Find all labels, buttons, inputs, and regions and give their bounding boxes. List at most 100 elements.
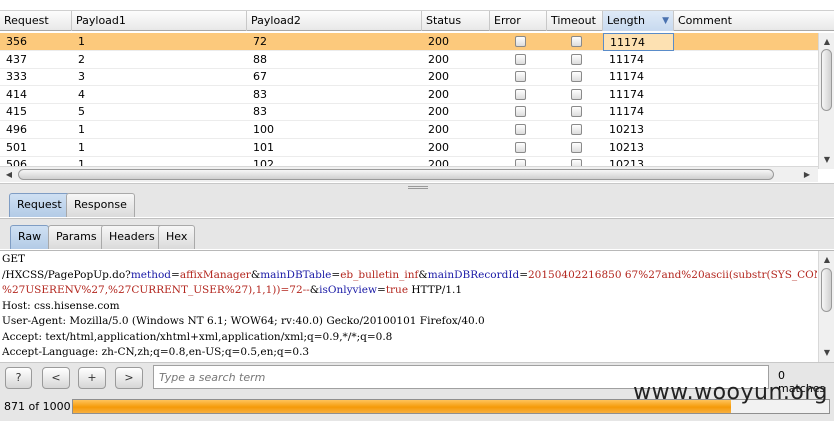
column-header-request[interactable]: Request [0, 11, 72, 31]
cell-status: 200 [428, 52, 449, 66]
cell-payload2: 72 [253, 35, 267, 48]
tab-headers[interactable]: Headers [101, 225, 163, 249]
error-checkbox[interactable] [515, 53, 526, 65]
scroll-left-icon[interactable]: ◀ [2, 168, 16, 182]
table-row[interactable]: 415 5 83 200 11174 [0, 103, 818, 122]
column-header-label: Payload1 [76, 14, 126, 27]
timeout-checkbox[interactable] [571, 88, 582, 100]
cell-status: 200 [428, 35, 449, 48]
column-header-label: Status [426, 14, 462, 27]
cell-payload2: 83 [253, 87, 267, 101]
error-checkbox[interactable] [515, 124, 526, 135]
table-horizontal-scrollbar[interactable]: ◀ ▶ [0, 166, 818, 182]
scroll-right-icon[interactable]: ▶ [800, 168, 814, 182]
timeout-checkbox[interactable] [571, 124, 582, 135]
cell-status: 200 [428, 123, 449, 136]
error-checkbox[interactable] [515, 106, 526, 118]
header-accept: Accept: text/html,application/xhtml+xml,… [2, 330, 393, 343]
splitter-grip-icon[interactable] [408, 186, 428, 189]
cell-payload2: 83 [253, 105, 267, 119]
timeout-checkbox[interactable] [571, 141, 582, 153]
progress-label: 871 of 1000 [4, 400, 71, 413]
table-header: Request Payload1 Payload2 Status Error T… [0, 10, 834, 31]
header-host: Host: css.hisense.com [2, 299, 120, 312]
param-key: mainDBTable [260, 268, 332, 281]
cell-payload1: 1 [78, 140, 85, 154]
plus-icon: + [87, 371, 97, 384]
tab-label: Raw [18, 230, 42, 243]
column-header-label: Timeout [551, 14, 596, 27]
cell-payload1: 3 [78, 70, 85, 84]
cell-payload1: 1 [78, 123, 85, 136]
column-header-label: Comment [678, 14, 732, 27]
scroll-up-icon[interactable]: ▲ [820, 253, 834, 267]
next-match-button[interactable]: > [115, 367, 143, 389]
cell-request: 415 [6, 105, 27, 119]
request-text[interactable]: GET/HXCSS/PagePopUp.do?method=affixManag… [2, 252, 817, 360]
param-value: 20150402216850 67%27and%20ascii(substr(S… [528, 268, 817, 281]
cell-payload1: 5 [78, 105, 85, 119]
tab-label: Request [17, 198, 62, 211]
table-row[interactable]: 356 1 72 200 11174 [0, 33, 818, 51]
cell-payload2: 101 [253, 140, 274, 154]
table-body: 356 1 72 200 11174 437 2 88 200 11174 333 3 67 200 111… [0, 33, 818, 169]
error-checkbox[interactable] [515, 71, 526, 83]
cell-length: 11174 [609, 70, 644, 84]
error-checkbox[interactable] [515, 88, 526, 100]
table-row[interactable]: 496 1 100 200 10213 [0, 121, 818, 139]
cell-request: 501 [6, 140, 27, 154]
tab-hex[interactable]: Hex [158, 225, 196, 249]
param-value: %27USERENV%27,%27CURRENT_USER%27),1,1))=… [2, 284, 310, 296]
scrollbar-thumb[interactable] [821, 268, 832, 312]
http-version: HTTP/1.1 [408, 284, 463, 296]
error-checkbox[interactable] [515, 141, 526, 153]
help-button[interactable]: ? [5, 367, 32, 389]
scrollbar-thumb[interactable] [18, 169, 774, 180]
next-icon: > [124, 371, 134, 384]
column-header-label: Length [607, 14, 645, 27]
timeout-checkbox[interactable] [571, 71, 582, 83]
tab-raw[interactable]: Raw [10, 225, 50, 249]
error-checkbox[interactable] [515, 36, 526, 47]
param-key: method [130, 268, 172, 281]
table-vertical-scrollbar[interactable]: ▲ ▼ [818, 33, 834, 169]
scroll-up-icon[interactable]: ▲ [820, 35, 834, 49]
editor-vertical-scrollbar[interactable]: ▲ ▼ [818, 251, 834, 362]
tab-label: Response [74, 198, 127, 211]
view-subtabs: Raw Params Headers Hex [0, 218, 834, 249]
table-row[interactable]: 414 4 83 200 11174 [0, 86, 818, 104]
column-header-status[interactable]: Status [422, 11, 490, 31]
column-header-timeout[interactable]: Timeout [547, 11, 603, 31]
previous-match-button[interactable]: < [42, 367, 70, 389]
table-row[interactable]: 333 3 67 200 11174 [0, 68, 818, 87]
timeout-checkbox[interactable] [571, 36, 582, 47]
column-header-payload2[interactable]: Payload2 [247, 11, 422, 31]
help-icon: ? [15, 371, 22, 384]
column-header-length[interactable]: Length ▼ [603, 11, 674, 31]
cell-length: 10213 [609, 140, 644, 154]
scroll-down-icon[interactable]: ▼ [820, 346, 834, 360]
column-header-error[interactable]: Error [490, 11, 547, 31]
request-line: GET [2, 253, 26, 265]
tab-response[interactable]: Response [66, 193, 135, 217]
cell-status: 200 [428, 105, 449, 119]
tab-params[interactable]: Params [48, 225, 105, 249]
cell-request: 356 [6, 35, 27, 48]
tab-label: Headers [109, 230, 155, 243]
param-value: eb_bulletin_inf [340, 268, 419, 281]
tab-request[interactable]: Request [9, 193, 70, 217]
add-match-button[interactable]: + [78, 367, 106, 389]
column-header-comment[interactable]: Comment [674, 11, 834, 31]
previous-icon: < [51, 371, 61, 384]
cell-payload1: 2 [78, 52, 85, 66]
scroll-down-icon[interactable]: ▼ [820, 153, 834, 167]
cell-status: 200 [428, 87, 449, 101]
timeout-checkbox[interactable] [571, 53, 582, 65]
table-row[interactable]: 501 1 101 200 10213 [0, 139, 818, 157]
column-header-payload1[interactable]: Payload1 [72, 11, 247, 31]
table-row[interactable]: 437 2 88 200 11174 [0, 51, 818, 69]
cell-length: 11174 [603, 33, 674, 51]
cell-payload2: 88 [253, 52, 267, 66]
timeout-checkbox[interactable] [571, 106, 582, 118]
scrollbar-thumb[interactable] [821, 49, 832, 111]
